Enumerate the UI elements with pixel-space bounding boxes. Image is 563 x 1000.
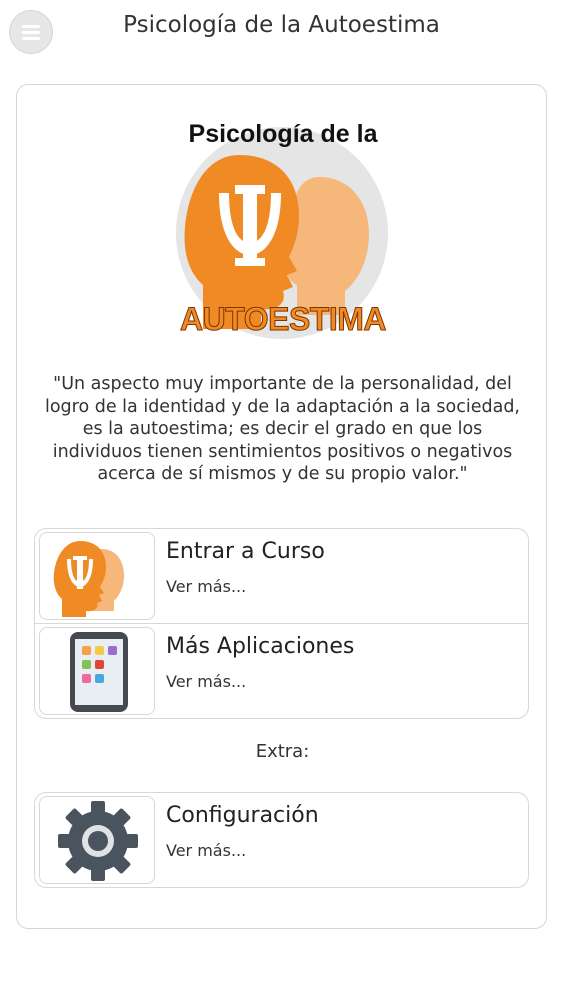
main-menu-list: Entrar a Curso Ver más... Más Aplicacion… [34,528,529,719]
extra-section-label: Extra: [255,741,310,762]
menu-item-configuracion[interactable]: Configuración Ver más... [35,793,528,887]
gear-icon [39,796,155,884]
extra-menu-list: Configuración Ver más... [34,792,529,888]
menu-item-mas-aplicaciones[interactable]: Más Aplicaciones Ver más... [35,623,528,718]
menu-item-subtitle: Ver más... [166,841,247,860]
tablet-apps-icon [39,627,155,715]
menu-item-title: Más Aplicaciones [166,634,355,659]
app-header: Psicología de la Autoestima [0,0,563,60]
psi-heads-icon [39,532,155,620]
menu-item-entrar-curso[interactable]: Entrar a Curso Ver más... [35,529,528,623]
intro-quote: "Un aspecto muy importante de la persona… [44,374,520,484]
menu-item-title: Entrar a Curso [166,539,325,564]
menu-item-subtitle: Ver más... [166,672,247,691]
logo-bottom-text: AUTOESTIMA [180,301,387,338]
main-card: Psicología de la AUTOESTIMA "Un aspecto … [16,84,547,929]
page-title: Psicología de la Autoestima [123,12,440,38]
menu-item-title: Configuración [166,803,319,828]
logo-top-text: Psicología de la [188,120,378,148]
app-logo: Psicología de la AUTOESTIMA [169,115,397,340]
menu-item-subtitle: Ver más... [166,577,247,596]
